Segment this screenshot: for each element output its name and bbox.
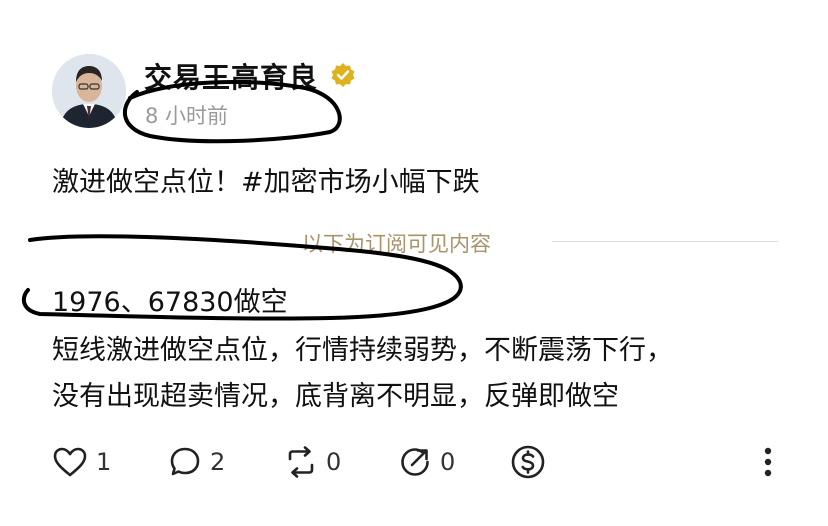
verified-badge-icon (331, 63, 355, 87)
like-count: 1 (96, 448, 112, 476)
repost-count: 0 (326, 448, 342, 476)
share-count: 0 (440, 448, 456, 476)
author-name[interactable]: 交易王高育良 (144, 56, 318, 96)
tip-dollar-icon (511, 445, 545, 479)
comment-button[interactable]: 2 (168, 444, 225, 480)
comment-count: 2 (210, 448, 226, 476)
subscription-divider-label: 以下为订阅可见内容 (302, 232, 491, 256)
avatar-image (52, 54, 126, 128)
subscriber-content-line: 短线激进做空点位，行情持续弱势，不断震荡下行， (52, 335, 673, 366)
heart-icon (53, 447, 87, 477)
tip-button[interactable] (510, 444, 546, 480)
comment-icon (170, 447, 200, 476)
share-button[interactable]: 0 (398, 444, 455, 480)
like-button[interactable]: 1 (52, 444, 111, 480)
share-icon (401, 448, 429, 476)
subscriber-content-line: 没有出现超卖情况，底背离不明显，反弹即做空 (52, 381, 619, 412)
repost-button[interactable]: 0 (284, 444, 341, 480)
post-text: 激进做空点位！#加密市场小幅下跌 (52, 167, 480, 198)
subscriber-content-line: 1976、67830做空 (52, 287, 288, 318)
divider-line (552, 241, 778, 242)
post-timestamp: 8 小时前 (145, 104, 229, 128)
repost-icon (288, 446, 314, 478)
avatar[interactable] (52, 54, 126, 128)
more-vertical-icon[interactable] (756, 444, 780, 480)
